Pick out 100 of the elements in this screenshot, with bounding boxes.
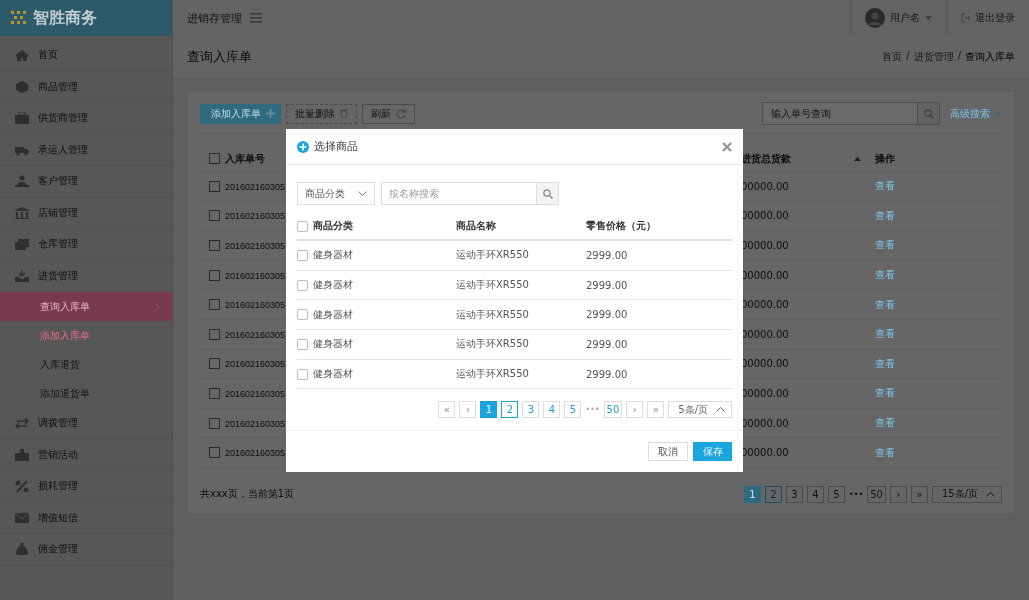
sidebar-item[interactable]: 佣金管理 (0, 534, 172, 566)
module-title: 进销存管理 (187, 10, 242, 26)
checkbox[interactable] (209, 387, 220, 399)
chevron-down-icon (358, 191, 367, 196)
add-button[interactable]: 添加入库单 (200, 103, 281, 124)
cube-icon (15, 80, 29, 93)
page-title: 查询入库单 (187, 48, 252, 66)
table-cell-text: 健身器材 (313, 307, 354, 322)
home-icon (15, 49, 29, 62)
checkbox[interactable] (209, 240, 220, 251)
breadcrumb-link[interactable]: 进货管理 (913, 50, 954, 64)
caret-icon (925, 16, 932, 20)
table-cell-text: 健身器材 (313, 367, 354, 382)
checkbox[interactable] (209, 417, 220, 429)
page-button[interactable]: 2 (501, 401, 519, 419)
sidebar-item[interactable]: 损耗管理 (0, 471, 172, 503)
close-icon[interactable] (722, 141, 732, 152)
sidebar-item[interactable]: 供货商管理 (0, 103, 172, 135)
cancel-button[interactable]: 取消 (648, 442, 688, 461)
page-button[interactable]: 4 (807, 485, 824, 503)
advanced-search-link[interactable]: 高级搜索 (950, 106, 1002, 121)
checkbox[interactable] (209, 299, 220, 311)
page-size-select[interactable]: 15条/页 (931, 485, 1002, 503)
sidebar-item[interactable]: 首页 (0, 40, 172, 72)
search-button[interactable] (917, 103, 939, 124)
search-field[interactable]: 输入单号查询 (762, 102, 940, 125)
view-link[interactable]: 查看 (875, 417, 895, 429)
checkbox[interactable] (297, 249, 308, 261)
page-button[interactable]: 5 (564, 401, 582, 419)
bag-icon (15, 543, 29, 556)
page-button[interactable]: 50 (603, 401, 623, 419)
table-cell-text: 运动手环XR550 (456, 367, 530, 382)
table-cell: 201602160305 (225, 181, 286, 192)
checkbox[interactable] (209, 328, 220, 340)
view-link[interactable]: 查看 (875, 357, 895, 369)
checkbox[interactable] (209, 358, 220, 370)
checkbox[interactable] (297, 309, 308, 321)
breadcrumb-current: 查询入库单 (965, 50, 1015, 64)
avatar-icon (865, 8, 885, 28)
checkbox[interactable] (209, 210, 220, 222)
view-link[interactable]: 查看 (875, 180, 895, 192)
checkbox[interactable] (297, 338, 308, 350)
page-button[interactable]: 5 (828, 485, 845, 503)
sidebar-item[interactable]: 承运人管理 (0, 134, 172, 166)
last-page-button[interactable]: » (910, 485, 928, 503)
view-link[interactable]: 查看 (875, 209, 895, 221)
view-link[interactable]: 查看 (875, 239, 895, 251)
sidebar-item[interactable]: 仓库管理 (0, 229, 172, 261)
trash-icon (340, 109, 348, 118)
search-input[interactable]: 输入单号查询 (763, 103, 917, 124)
prev-page-button[interactable]: ‹ (459, 401, 477, 419)
sidebar-item[interactable]: 调拨管理 (0, 408, 172, 440)
save-button[interactable]: 保存 (693, 442, 732, 461)
view-link[interactable]: 查看 (875, 387, 895, 399)
refresh-icon (396, 108, 406, 119)
next-page-button[interactable]: › (889, 485, 907, 503)
checkbox[interactable] (209, 180, 220, 192)
page-button[interactable]: 3 (522, 401, 540, 419)
page-button[interactable]: 1 (480, 401, 498, 419)
sidebar-subitem[interactable]: 查询入库单 (0, 292, 172, 321)
checkbox[interactable] (209, 447, 220, 459)
checkbox[interactable] (297, 220, 308, 232)
chevron-up-icon (986, 491, 995, 497)
plus-icon (266, 109, 275, 118)
table-cell: 201602160305 (225, 241, 286, 251)
checkbox[interactable] (297, 279, 308, 291)
sidebar-item[interactable]: 客户管理 (0, 166, 172, 198)
page-button[interactable]: 2 (765, 485, 782, 503)
view-link[interactable]: 查看 (875, 328, 895, 340)
view-link[interactable]: 查看 (875, 446, 895, 458)
page-button[interactable]: 3 (786, 485, 803, 503)
chevron-up-icon (716, 407, 725, 413)
table-cell-text: 2999.00 (586, 309, 629, 321)
last-page-button[interactable]: » (647, 401, 665, 419)
view-link[interactable]: 查看 (875, 298, 895, 310)
building-icon (15, 206, 29, 219)
sidebar-item[interactable]: 增值短信 (0, 502, 172, 534)
tray-icon (15, 269, 29, 282)
table-cell-text: 健身器材 (313, 337, 354, 352)
category-select[interactable]: 商品分类 (297, 182, 375, 205)
first-page-button[interactable]: « (438, 401, 456, 419)
refresh-button[interactable]: 刷新 (362, 103, 415, 124)
checkbox[interactable] (209, 153, 220, 164)
sidebar-subitem[interactable]: 添加入库单 (0, 321, 172, 350)
sidebar-item[interactable]: 店铺管理 (0, 197, 172, 229)
checkbox[interactable] (209, 269, 220, 281)
view-link[interactable]: 查看 (875, 269, 895, 281)
checkbox[interactable] (297, 368, 308, 380)
page-button[interactable]: 50 (867, 485, 886, 503)
next-page-button[interactable]: › (626, 401, 644, 419)
sidebar-item[interactable]: 营销活动 (0, 439, 172, 471)
breadcrumb-link[interactable]: 首页 (882, 50, 903, 64)
sort-icon[interactable] (854, 156, 861, 161)
batch-delete-button[interactable]: 批量删除 (286, 103, 357, 124)
menu-icon[interactable] (250, 13, 262, 23)
logo-text: 智胜商务 (33, 7, 97, 29)
page-button[interactable]: 1 (744, 485, 761, 503)
page-size-select[interactable]: 5条/页 (668, 401, 732, 419)
page-button[interactable]: 4 (543, 401, 561, 419)
table-cell: 201602160305 (225, 388, 286, 399)
